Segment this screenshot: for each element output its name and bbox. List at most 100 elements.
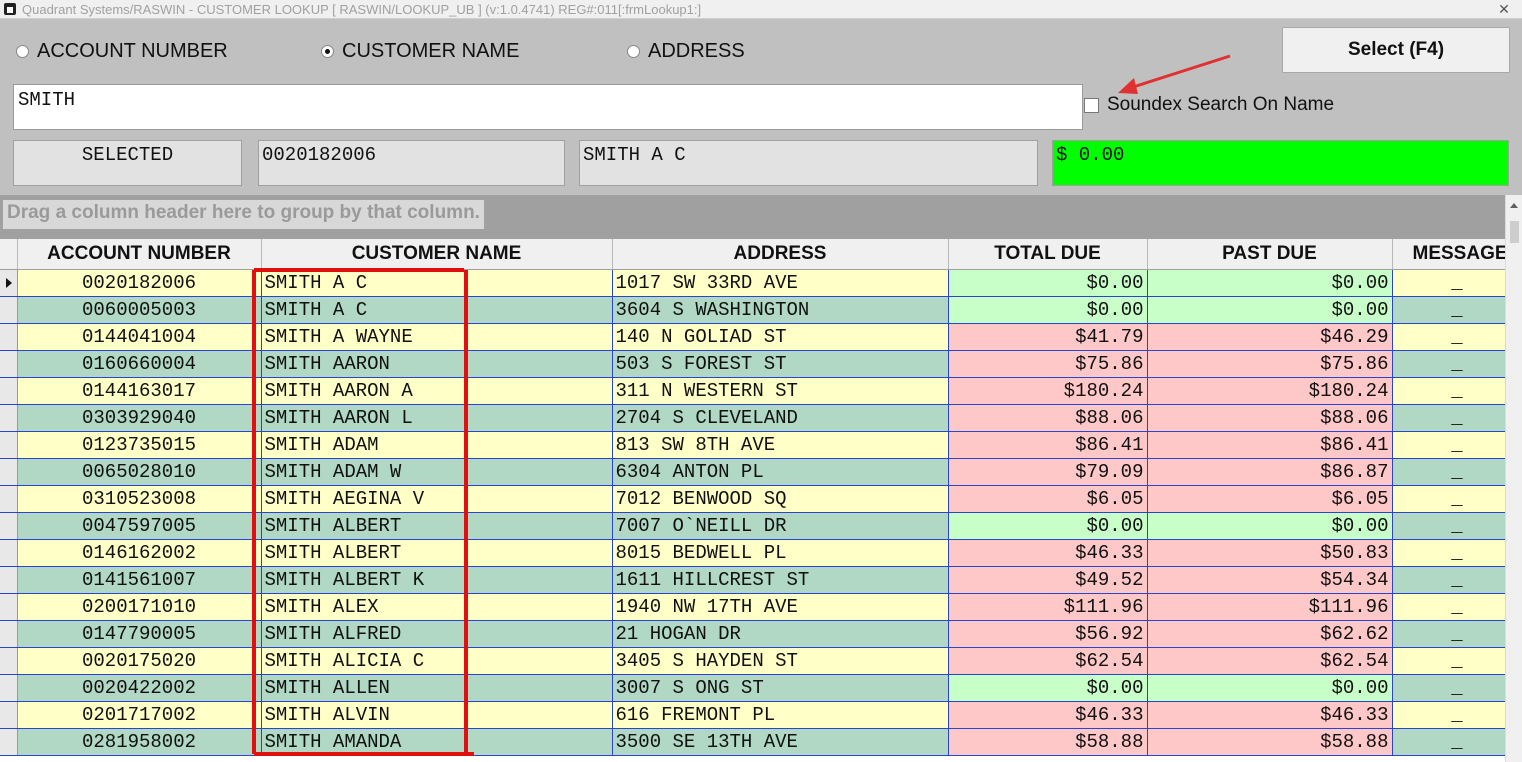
radio-address-dot[interactable] (627, 44, 640, 58)
table-row[interactable]: 0065028010 SMITH ADAM W 6304 ANTON PL $79.0… (0, 458, 1505, 486)
vertical-scrollbar[interactable] (1505, 195, 1522, 762)
column-header-address[interactable]: ADDRESS (612, 239, 949, 270)
cell-past-due[interactable]: $0.00 (1147, 269, 1393, 297)
cell-customer-name[interactable]: SMITH A WAYNE (261, 323, 613, 351)
cell-address[interactable]: 503 S FOREST ST (612, 350, 949, 378)
cell-total-due[interactable]: $41.79 (948, 323, 1148, 351)
cell-total-due[interactable]: $0.00 (948, 512, 1148, 540)
cell-past-due[interactable]: $50.83 (1147, 539, 1393, 567)
cell-account[interactable]: 0020182006 (17, 269, 262, 297)
cell-total-due[interactable]: $180.24 (948, 377, 1148, 405)
cell-message[interactable]: _ (1392, 593, 1505, 621)
table-row[interactable]: 0147790005 SMITH ALFRED 21 HOGAN DR $56.92 $… (0, 620, 1505, 648)
cell-message[interactable]: _ (1392, 566, 1505, 594)
cell-total-due[interactable]: $0.00 (948, 269, 1148, 297)
scroll-up-icon[interactable] (1510, 203, 1518, 208)
cell-account[interactable]: 0060005003 (17, 296, 262, 324)
table-row[interactable]: 0144041004 SMITH A WAYNE 140 N GOLIAD ST $4… (0, 323, 1505, 351)
cell-past-due[interactable]: $111.96 (1147, 593, 1393, 621)
cell-total-due[interactable]: $75.86 (948, 350, 1148, 378)
column-header-past-due[interactable]: PAST DUE (1147, 239, 1393, 270)
cell-account[interactable]: 0020175020 (17, 647, 262, 675)
table-row[interactable]: 0047597005 SMITH ALBERT 7007 O`NEILL DR $0.… (0, 512, 1505, 540)
row-selector[interactable] (0, 323, 18, 351)
row-selector[interactable] (0, 458, 18, 486)
cell-message[interactable]: _ (1392, 728, 1505, 756)
row-selector[interactable] (0, 701, 18, 729)
scroll-thumb[interactable] (1510, 221, 1519, 243)
cell-message[interactable]: _ (1392, 620, 1505, 648)
cell-account[interactable]: 0144041004 (17, 323, 262, 351)
cell-past-due[interactable]: $0.00 (1147, 512, 1393, 540)
cell-total-due[interactable]: $88.06 (948, 404, 1148, 432)
cell-address[interactable]: 8015 BEDWELL PL (612, 539, 949, 567)
cell-message[interactable]: _ (1392, 296, 1505, 324)
table-row[interactable]: 0060005003 SMITH A C 3604 S WASHINGTON $0.0… (0, 296, 1505, 324)
cell-total-due[interactable]: $58.88 (948, 728, 1148, 756)
cell-total-due[interactable]: $46.33 (948, 539, 1148, 567)
table-row[interactable]: 0200171010 SMITH ALEX 1940 NW 17TH AVE $111… (0, 593, 1505, 621)
cell-total-due[interactable]: $0.00 (948, 674, 1148, 702)
cell-past-due[interactable]: $75.86 (1147, 350, 1393, 378)
cell-account[interactable]: 0065028010 (17, 458, 262, 486)
cell-customer-name[interactable]: SMITH AMANDA (261, 728, 613, 756)
customer-grid[interactable]: ACCOUNT NUMBER CUSTOMER NAME ADDRESS TOT… (0, 239, 1505, 762)
cell-message[interactable]: _ (1392, 512, 1505, 540)
cell-address[interactable]: 6304 ANTON PL (612, 458, 949, 486)
cell-customer-name[interactable]: SMITH ALFRED (261, 620, 613, 648)
soundex-checkbox-box[interactable] (1084, 97, 1099, 113)
cell-account[interactable]: 0144163017 (17, 377, 262, 405)
cell-address[interactable]: 3405 S HAYDEN ST (612, 647, 949, 675)
cell-total-due[interactable]: $6.05 (948, 485, 1148, 513)
cell-customer-name[interactable]: SMITH ALBERT K (261, 566, 613, 594)
row-selector[interactable] (0, 377, 18, 405)
row-selector[interactable] (0, 674, 18, 702)
table-row[interactable]: 0020182006 SMITH A C 1017 SW 33RD AVE $0.00… (0, 269, 1505, 297)
row-selector[interactable] (0, 404, 18, 432)
cell-customer-name[interactable]: SMITH ALBERT (261, 512, 613, 540)
table-row[interactable]: 0281958002 SMITH AMANDA 3500 SE 13TH AVE $5… (0, 728, 1505, 756)
cell-past-due[interactable]: $58.88 (1147, 728, 1393, 756)
cell-account[interactable]: 0201717002 (17, 701, 262, 729)
cell-past-due[interactable]: $46.33 (1147, 701, 1393, 729)
cell-past-due[interactable]: $0.00 (1147, 296, 1393, 324)
radio-account-number-dot[interactable] (16, 44, 29, 58)
cell-account[interactable]: 0303929040 (17, 404, 262, 432)
row-selector[interactable] (0, 350, 18, 378)
cell-account[interactable]: 0146162002 (17, 539, 262, 567)
cell-total-due[interactable]: $56.92 (948, 620, 1148, 648)
cell-account[interactable]: 0160660004 (17, 350, 262, 378)
cell-address[interactable]: 311 N WESTERN ST (612, 377, 949, 405)
cell-address[interactable]: 3604 S WASHINGTON (612, 296, 949, 324)
cell-customer-name[interactable]: SMITH AARON (261, 350, 613, 378)
cell-account[interactable]: 0200171010 (17, 593, 262, 621)
cell-account[interactable]: 0123735015 (17, 431, 262, 459)
cell-customer-name[interactable]: SMITH ALVIN (261, 701, 613, 729)
column-header-total-due[interactable]: TOTAL DUE (948, 239, 1148, 270)
cell-message[interactable]: _ (1392, 701, 1505, 729)
table-row[interactable]: 0160660004 SMITH AARON 503 S FOREST ST $75.… (0, 350, 1505, 378)
cell-message[interactable]: _ (1392, 323, 1505, 351)
radio-address[interactable]: ADDRESS (627, 38, 745, 64)
cell-customer-name[interactable]: SMITH ALEX (261, 593, 613, 621)
table-row[interactable]: 0146162002 SMITH ALBERT 8015 BEDWELL PL $46… (0, 539, 1505, 567)
row-selector[interactable] (0, 512, 18, 540)
cell-total-due[interactable]: $49.52 (948, 566, 1148, 594)
table-row[interactable]: 0020422002 SMITH ALLEN 3007 S ONG ST $0.00 $… (0, 674, 1505, 702)
cell-customer-name[interactable]: SMITH A C (261, 296, 613, 324)
column-header-account[interactable]: ACCOUNT NUMBER (17, 239, 262, 270)
table-row[interactable]: 0144163017 SMITH AARON A 311 N WESTERN ST $… (0, 377, 1505, 405)
cell-message[interactable]: _ (1392, 377, 1505, 405)
table-row[interactable]: 0201717002 SMITH ALVIN 616 FREMONT PL $46.3… (0, 701, 1505, 729)
cell-past-due[interactable]: $0.00 (1147, 674, 1393, 702)
select-button[interactable]: Select (F4) (1282, 27, 1510, 73)
cell-past-due[interactable]: $46.29 (1147, 323, 1393, 351)
cell-total-due[interactable]: $79.09 (948, 458, 1148, 486)
cell-account[interactable]: 0141561007 (17, 566, 262, 594)
row-selector[interactable] (0, 620, 18, 648)
cell-address[interactable]: 140 N GOLIAD ST (612, 323, 949, 351)
table-row[interactable]: 0123735015 SMITH ADAM 813 SW 8TH AVE $86.41… (0, 431, 1505, 459)
cell-message[interactable]: _ (1392, 404, 1505, 432)
cell-total-due[interactable]: $62.54 (948, 647, 1148, 675)
cell-customer-name[interactable]: SMITH ALBERT (261, 539, 613, 567)
